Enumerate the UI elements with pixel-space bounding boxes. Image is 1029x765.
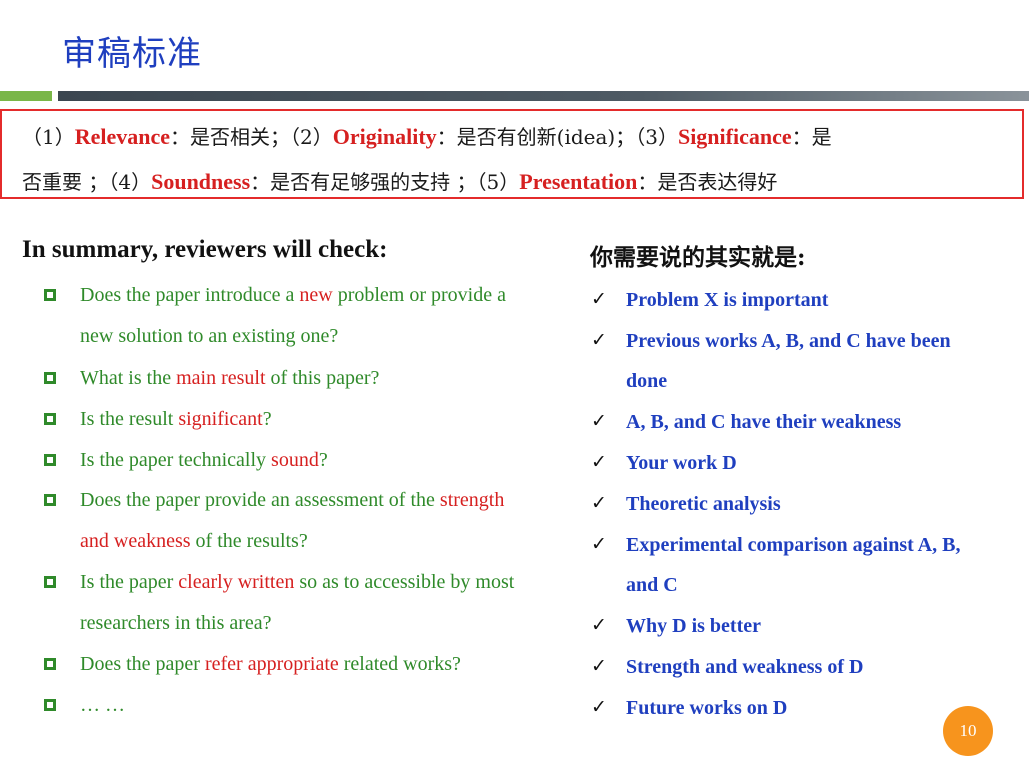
item-text: of this paper? (265, 367, 380, 389)
point-item: Experimental comparison against A, B, (626, 534, 961, 556)
checkmark-icon: ✓ (591, 329, 607, 351)
checkbox-bullet-icon (44, 413, 56, 425)
highlight-text: main result (176, 367, 266, 389)
item-text: so as to accessible by most (294, 571, 515, 593)
checklist-item: Is the result significant? (80, 408, 272, 431)
checkbox-bullet-icon (44, 454, 56, 466)
checkmark-icon: ✓ (591, 655, 607, 677)
checkmark-icon: ✓ (591, 614, 607, 636)
checkbox-bullet-icon (44, 372, 56, 384)
checkmark-icon: ✓ (591, 288, 607, 310)
checkmark-icon: ✓ (591, 451, 607, 473)
checklist-item: Does the paper refer appropriate related… (80, 653, 461, 676)
item-text: problem or provide a (332, 284, 506, 306)
highlight-text: clearly written (178, 571, 295, 593)
highlight-text: refer appropriate (204, 653, 339, 675)
item-text: Does the paper provide an assessment of … (80, 489, 440, 511)
point-item: Previous works A, B, and C have been (626, 330, 951, 352)
item-text: researchers in this area? (80, 612, 272, 634)
left-column-heading: In summary, reviewers will check: (22, 236, 388, 263)
point-item: Future works on D (626, 697, 788, 719)
right-column-heading: 你需要说的其实就是: (590, 244, 806, 271)
item-text: Is the result (80, 408, 179, 430)
checklist-item: Is the paper clearly written so as to ac… (80, 571, 514, 594)
item-text: ? (318, 449, 328, 471)
item-text: What is the (80, 367, 177, 389)
checkbox-bullet-icon (44, 494, 56, 506)
criterion-text: ：是否表达得好 (637, 170, 778, 194)
highlight-text: strength (439, 489, 505, 511)
highlight-text: and weakness (80, 530, 191, 552)
criteria-line-2: 否重要 ；（4）Soundness：是否有足够强的支持 ；（5）Presenta… (22, 166, 777, 195)
page-number-badge: 10 (943, 706, 993, 756)
highlight-text: significant (178, 408, 263, 430)
accent-bar-dark (58, 91, 1029, 101)
item-text: ? (262, 408, 272, 430)
criterion-text: ：是 (791, 125, 832, 149)
criterion-text: ：是否有创新(idea)；（3） (436, 125, 678, 149)
point-item: Why D is better (626, 615, 761, 637)
checkbox-bullet-icon (44, 699, 56, 711)
highlight-text: sound (271, 449, 319, 471)
item-text: … … (80, 694, 125, 716)
checklist-item: Does the paper introduce a new problem o… (80, 284, 506, 307)
checkmark-icon: ✓ (591, 492, 607, 514)
page-title: 审稿标准 (62, 34, 202, 74)
checklist-item: Is the paper technically sound? (80, 449, 328, 472)
checklist-item: researchers in this area? (80, 612, 272, 635)
criterion-keyword: Soundness (151, 169, 251, 194)
checklist-item: What is the main result of this paper? (80, 367, 379, 390)
checkbox-bullet-icon (44, 576, 56, 588)
checkbox-bullet-icon (44, 658, 56, 670)
point-item: A, B, and C have their weakness (626, 411, 902, 433)
point-item: Strength and weakness of D (626, 656, 864, 678)
criterion-text: 否重要 ；（4） (22, 170, 152, 194)
criterion-keyword: Originality (332, 124, 437, 149)
point-item: done (626, 370, 668, 392)
accent-bar-green (0, 91, 52, 101)
criterion-keyword: Significance (677, 124, 792, 149)
point-item: and C (626, 574, 678, 596)
checkmark-icon: ✓ (591, 696, 607, 718)
item-text: of the results? (190, 530, 308, 552)
checkmark-icon: ✓ (591, 410, 607, 432)
checklist-item: … … (80, 694, 125, 717)
item-text: Does the paper (80, 653, 205, 675)
item-text: related works? (338, 653, 461, 675)
item-text: new solution to an existing one? (80, 325, 339, 347)
item-text: Does the paper introduce a (80, 284, 300, 306)
criterion-keyword: Presentation (519, 169, 638, 194)
point-item: Your work D (626, 452, 737, 474)
criterion-text: （1） (22, 125, 75, 149)
criterion-text: ：是否有足够强的支持 ；（5） (250, 170, 520, 194)
point-item: Problem X is important (626, 289, 829, 311)
item-text: Is the paper (80, 571, 179, 593)
checkmark-icon: ✓ (591, 533, 607, 555)
checklist-item: Does the paper provide an assessment of … (80, 489, 504, 512)
checklist-item: and weakness of the results? (80, 530, 308, 553)
checkbox-bullet-icon (44, 289, 56, 301)
checklist-item: new solution to an existing one? (80, 325, 338, 348)
highlight-text: new (299, 284, 333, 306)
item-text: Is the paper technically (80, 449, 272, 471)
criteria-line-1: （1）Relevance：是否相关；（2）Originality：是否有创新(i… (22, 121, 832, 150)
criterion-text: ：是否相关；（2） (170, 125, 333, 149)
point-item: Theoretic analysis (626, 493, 781, 515)
criterion-keyword: Relevance (74, 124, 171, 149)
